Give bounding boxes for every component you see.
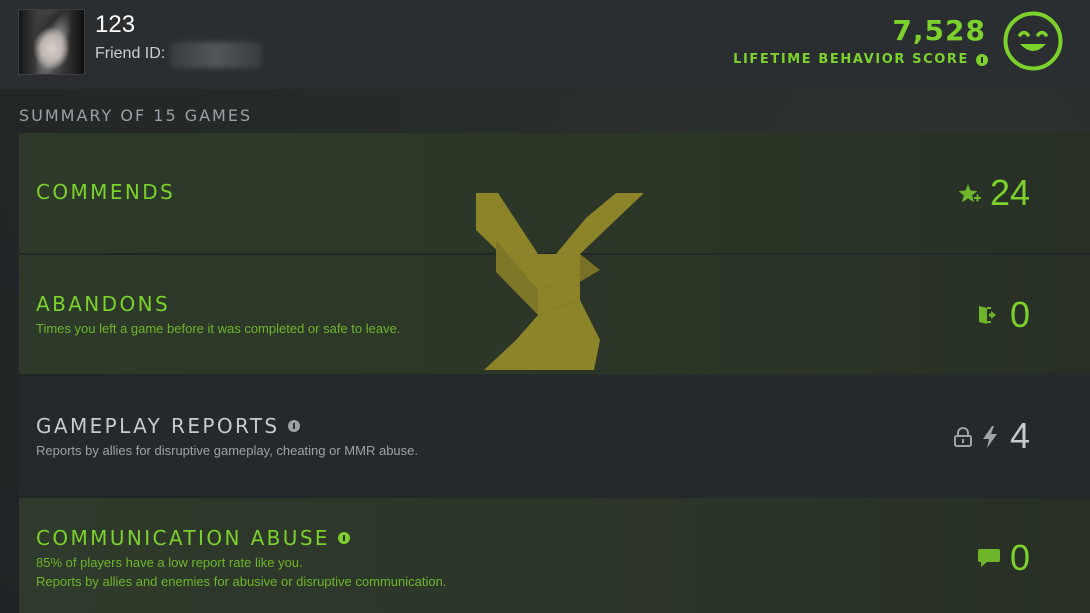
avatar-image	[19, 10, 84, 74]
gameplay-reports-description: Reports by allies for disruptive gamepla…	[36, 443, 418, 458]
friend-id-label: Friend ID:	[95, 45, 166, 62]
chat-bubble-icon	[978, 549, 1000, 567]
friend-id-value-redacted	[170, 42, 262, 68]
gameplay-reports-title-text: GAMEPLAY REPORTS	[36, 414, 280, 438]
abandons-description: Times you left a game before it was comp…	[36, 321, 401, 336]
username: 123	[95, 11, 136, 38]
gameplay-reports-title: GAMEPLAY REPORTS	[36, 414, 300, 438]
communication-abuse-title: COMMUNICATION ABUSE	[36, 526, 350, 550]
smiley-face-icon	[1003, 11, 1063, 71]
abandons-value: 0	[1010, 294, 1031, 335]
summary-title: SUMMARY OF 15 GAMES	[19, 106, 253, 125]
communication-abuse-title-text: COMMUNICATION ABUSE	[36, 526, 330, 550]
commends-title: COMMENDS	[36, 180, 175, 204]
info-icon[interactable]	[287, 420, 300, 432]
behavior-score-label: LIFETIME BEHAVIOR SCORE	[733, 52, 988, 67]
abandons-title: ABANDONS	[36, 292, 170, 316]
abandons-title-text: ABANDONS	[36, 292, 171, 316]
commends-title-text: COMMENDS	[36, 180, 176, 204]
exit-door-icon	[979, 306, 996, 324]
commends-value: 24	[990, 172, 1031, 213]
info-icon[interactable]	[976, 53, 988, 66]
communication-abuse-value: 0	[1010, 537, 1031, 578]
behavior-score-label-text: LIFETIME BEHAVIOR SCORE	[733, 52, 969, 67]
star-plus-icon	[958, 184, 981, 203]
avatar[interactable]	[18, 9, 85, 75]
communication-abuse-description: Reports by allies and enemies for abusiv…	[36, 574, 447, 589]
profile-header: 123 Friend ID: 7,528 LIFETIME BEHAVIOR S…	[0, 0, 1090, 89]
gameplay-reports-value: 4	[1010, 415, 1031, 456]
info-icon[interactable]	[337, 532, 350, 544]
behavior-score-value: 7,528	[892, 14, 986, 47]
lightning-icon	[983, 426, 997, 448]
gold-emblem-icon	[476, 193, 644, 370]
communication-abuse-rate-note: 85% of players have a low report rate li…	[36, 555, 303, 570]
lock-icon	[954, 427, 972, 447]
